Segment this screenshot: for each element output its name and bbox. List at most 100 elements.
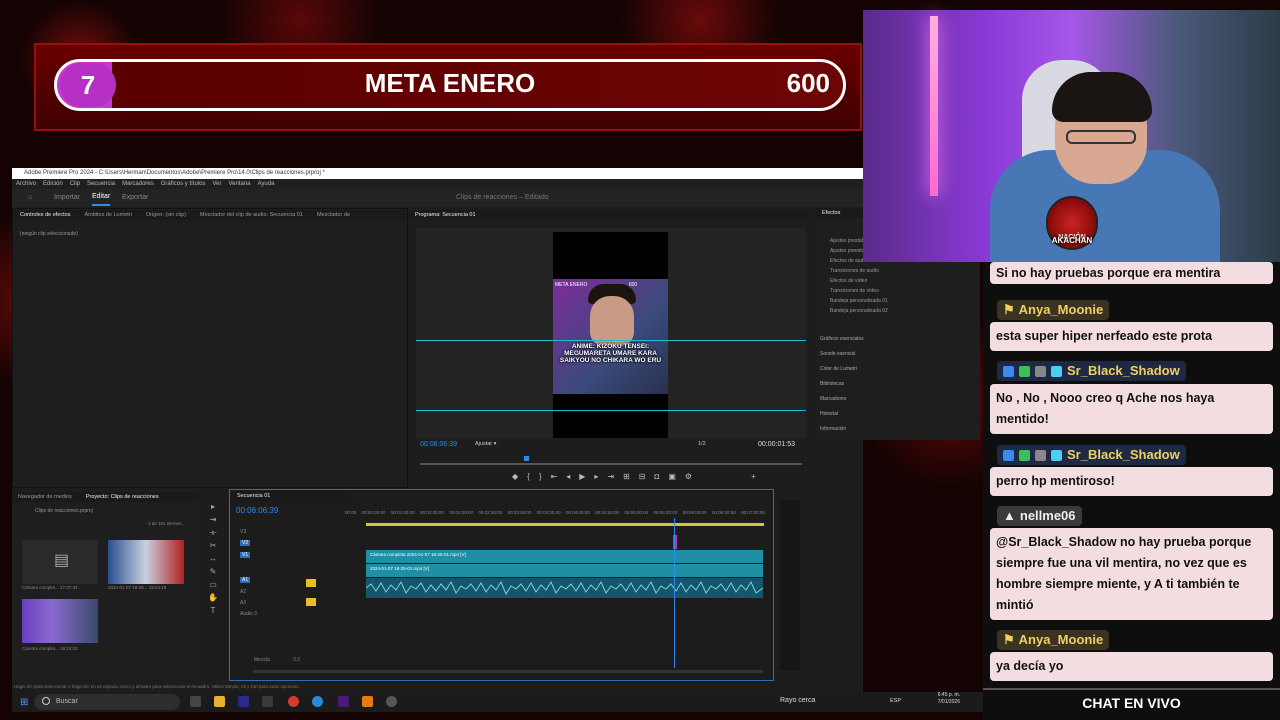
settings-icon[interactable]: ⚙ xyxy=(685,472,692,481)
folder-item[interactable]: Bandeja personalizada 02 xyxy=(816,306,980,316)
section-graficos[interactable]: Gráficos esenciales xyxy=(816,332,980,347)
tab-effects[interactable]: Efectos xyxy=(822,210,840,216)
timeline-playhead[interactable] xyxy=(674,518,675,668)
clip-audio-1[interactable] xyxy=(366,578,763,598)
badge-icon xyxy=(1003,365,1014,377)
section-informacion[interactable]: Información xyxy=(816,422,980,437)
section-sonido[interactable]: Sonido esencial xyxy=(816,347,980,362)
track-audio3[interactable]: Audio 3 xyxy=(240,611,364,622)
solo-button[interactable] xyxy=(306,579,316,587)
app-icon[interactable] xyxy=(262,696,273,707)
menu-marcadores[interactable]: Marcadores xyxy=(122,181,154,187)
mark-in-icon[interactable]: { xyxy=(527,472,530,481)
task-view-icon[interactable] xyxy=(190,696,201,707)
obs-icon[interactable] xyxy=(386,696,397,707)
mark-out-icon[interactable]: } xyxy=(539,472,542,481)
folder-item[interactable]: Bandeja personalizada 01 xyxy=(816,296,980,306)
tab-effect-controls[interactable]: Controles de efectos xyxy=(20,212,70,218)
taskbar-search[interactable]: Buscar xyxy=(34,694,180,710)
file-explorer-icon[interactable] xyxy=(214,696,225,707)
tab-project[interactable]: Proyecto: Clips de reacciones xyxy=(86,494,159,500)
compare-icon[interactable]: ▣ xyxy=(668,472,676,481)
tab-source[interactable]: Origen: (sin clip) xyxy=(146,212,186,218)
track-v3[interactable]: V3 xyxy=(240,529,364,540)
track-v2-header[interactable]: V2 xyxy=(240,540,364,551)
clip-video-2[interactable]: Cámara completa 2024-01-07 18-25-01.mp4 … xyxy=(366,550,763,563)
tab-audio-clip-mixer[interactable]: Mezclador del clip de audio: Secuencia 0… xyxy=(200,212,303,218)
project-item-thumb[interactable]: ▤ xyxy=(22,540,98,584)
tab-lumetri-scopes[interactable]: Ámbitos de Lumetri xyxy=(84,212,131,218)
section-color[interactable]: Color de Lumetri xyxy=(816,362,980,377)
folder-item[interactable]: Efectos de vídeo xyxy=(816,276,980,286)
lift-icon[interactable]: ⊞ xyxy=(623,472,630,481)
step-forward-icon[interactable]: ▸ xyxy=(594,472,598,481)
section-bibliotecas[interactable]: Bibliotecas xyxy=(816,377,980,392)
menu-edicion[interactable]: Edición xyxy=(43,181,63,187)
tab-program[interactable]: Programa: Secuencia 01 xyxy=(415,212,476,218)
extract-icon[interactable]: ⊟ xyxy=(639,472,646,481)
solo-button[interactable] xyxy=(306,598,316,606)
tab-sequence[interactable]: Secuencia 01 xyxy=(237,493,270,499)
step-back-icon[interactable]: ◂ xyxy=(566,472,570,481)
weather-widget[interactable]: Rayo cerca xyxy=(780,697,815,704)
track-a2[interactable]: A2 xyxy=(240,589,364,600)
menu-ventana[interactable]: Ventana xyxy=(228,181,250,187)
clock[interactable]: 6:45 p. m. 7/01/2026 xyxy=(920,692,960,706)
program-timecode[interactable]: 00:06:06:39 xyxy=(420,441,457,448)
track-a3[interactable]: A3 xyxy=(240,600,364,611)
menu-ver[interactable]: Ver xyxy=(212,181,221,187)
fit-dropdown[interactable]: Ajustar ▾ xyxy=(475,441,496,447)
tab-exportar[interactable]: Exportar xyxy=(122,189,148,207)
rectangle-icon[interactable]: ▭ xyxy=(206,578,220,591)
timeline-ruler[interactable]: 00:00 00:00:30:00 00:01:00:00 00:01:30:00 00… xyxy=(345,510,765,522)
menu-ayuda[interactable]: Ayuda xyxy=(258,181,275,187)
track-v1-header[interactable]: V1 xyxy=(240,552,364,563)
clip-video-1[interactable]: 2024-01-07 18-25-01.mp4 [V] xyxy=(366,564,763,577)
marker-icon[interactable]: ◆ xyxy=(512,472,518,481)
project-item-thumb[interactable] xyxy=(108,540,184,584)
tab-importar[interactable]: Importar xyxy=(54,189,80,207)
tab-media-browser[interactable]: Navegador de medios xyxy=(18,494,72,500)
tab-mixer[interactable]: Mezclador de xyxy=(317,212,350,218)
ruler-tick: 00:04:00:00 xyxy=(565,510,590,515)
work-area-bar[interactable] xyxy=(366,523,764,526)
selection-tool-icon[interactable]: ▸ xyxy=(206,500,220,513)
premiere-icon[interactable] xyxy=(338,696,349,707)
section-historial[interactable]: Historial xyxy=(816,407,980,422)
type-icon[interactable]: T xyxy=(206,604,220,617)
chevron-down-icon: ▾ xyxy=(493,441,497,447)
project-item-thumb[interactable] xyxy=(22,599,98,643)
folder-item[interactable]: Transiciones de audio xyxy=(816,266,980,276)
edge-icon[interactable] xyxy=(312,696,323,707)
track-select-icon[interactable]: ⇥ xyxy=(206,513,220,526)
pen-icon[interactable]: ✎ xyxy=(206,565,220,578)
slip-icon[interactable]: ↔ xyxy=(206,552,220,565)
add-icon[interactable]: + xyxy=(751,472,756,481)
menu-clip[interactable]: Clip xyxy=(70,181,80,187)
photoshop-icon[interactable] xyxy=(238,696,249,707)
program-playhead[interactable] xyxy=(524,456,529,461)
timeline-timecode[interactable]: 00:06:06:39 xyxy=(236,506,278,515)
menu-graficos[interactable]: Gráficos y títulos xyxy=(161,181,206,187)
hand-icon[interactable]: ✋ xyxy=(206,591,220,604)
tab-editar[interactable]: Editar xyxy=(92,189,111,206)
camera-icon[interactable]: ◘ xyxy=(655,472,660,481)
section-marcadores[interactable]: Marcadores xyxy=(816,392,980,407)
menu-secuencia[interactable]: Secuencia xyxy=(87,181,115,187)
folder-item[interactable]: Transiciones de vídeo xyxy=(816,286,980,296)
track-a1-header[interactable]: A1 xyxy=(240,577,364,588)
chrome-icon[interactable] xyxy=(288,696,299,707)
windows-start-icon[interactable]: ⊞ xyxy=(20,697,28,708)
home-icon[interactable]: ⌂ xyxy=(28,189,32,207)
go-to-in-icon[interactable]: ⇤ xyxy=(551,472,558,481)
timeline-scrollbar[interactable] xyxy=(253,670,763,673)
vlc-icon[interactable] xyxy=(362,696,373,707)
play-icon[interactable]: ▶ xyxy=(579,472,585,481)
ripple-edit-icon[interactable]: ⟛ xyxy=(206,526,220,539)
program-scrubber[interactable] xyxy=(420,463,802,465)
language-indicator[interactable]: ESP xyxy=(890,698,901,704)
menu-archivo[interactable]: Archivo xyxy=(16,181,36,187)
go-to-out-icon[interactable]: ⇥ xyxy=(607,472,614,481)
razor-icon[interactable]: ✂ xyxy=(206,539,220,552)
resolution-dropdown[interactable]: 1/2 xyxy=(698,441,706,447)
